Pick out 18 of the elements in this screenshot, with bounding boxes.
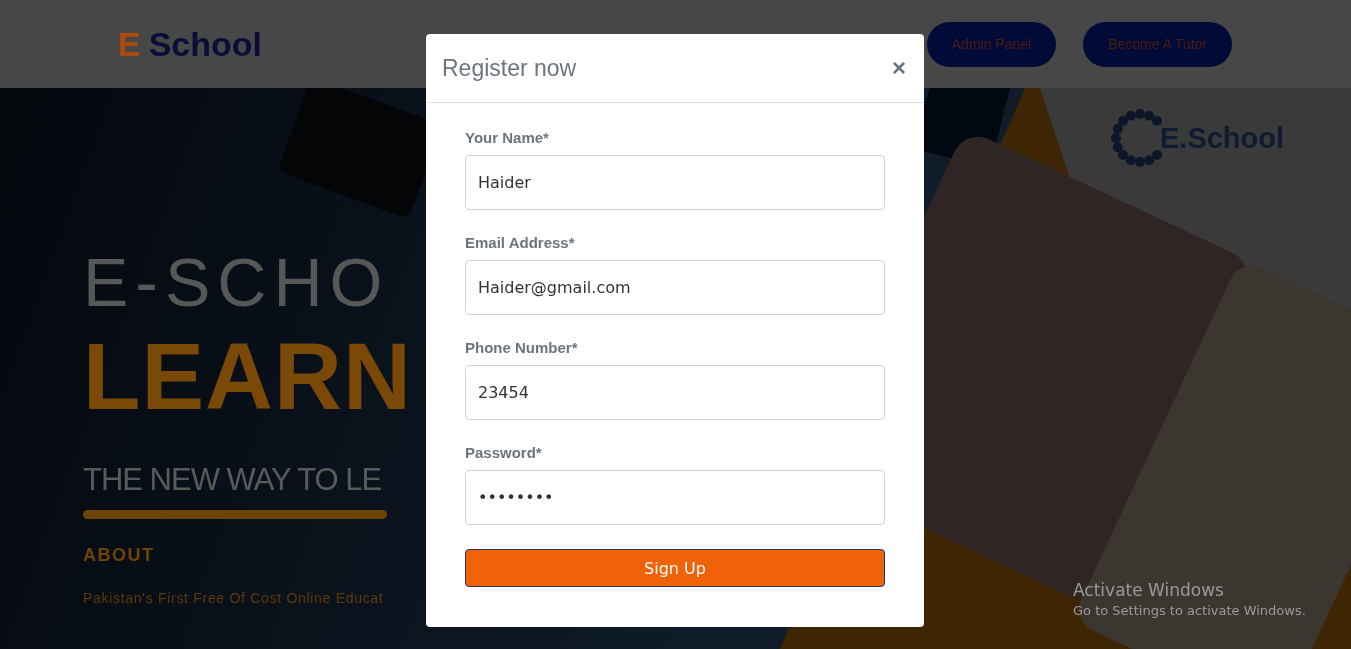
input-field[interactable]: 23454 [465, 365, 885, 420]
field-label: Email Address* [465, 234, 576, 251]
input-field[interactable]: Haider [465, 155, 885, 210]
activation-text: Go to Settings to activate Windows. [1073, 603, 1306, 618]
activation-title: Activate Windows [1073, 580, 1225, 600]
sign-up-button[interactable]: Sign Up [465, 549, 885, 587]
close-button[interactable]: × [890, 56, 908, 80]
banner-headline: E-SCHO [83, 248, 390, 316]
banner-description: Pakistan's First Free Of Cost Online Educat [83, 590, 384, 606]
dialog-title: Register now [442, 54, 577, 82]
banner-title: LEARN [83, 330, 412, 424]
input-field[interactable]: Haider@gmail.com [465, 260, 885, 315]
field-label: Phone Number* [465, 339, 579, 356]
input-field[interactable]: •••••••• [465, 470, 885, 525]
field-label: Your Name* [465, 129, 550, 146]
section-label: ABOUT [83, 545, 155, 566]
field-label: Password* [465, 444, 543, 461]
banner-tagline: THE NEW WAY TO LE [83, 462, 382, 498]
